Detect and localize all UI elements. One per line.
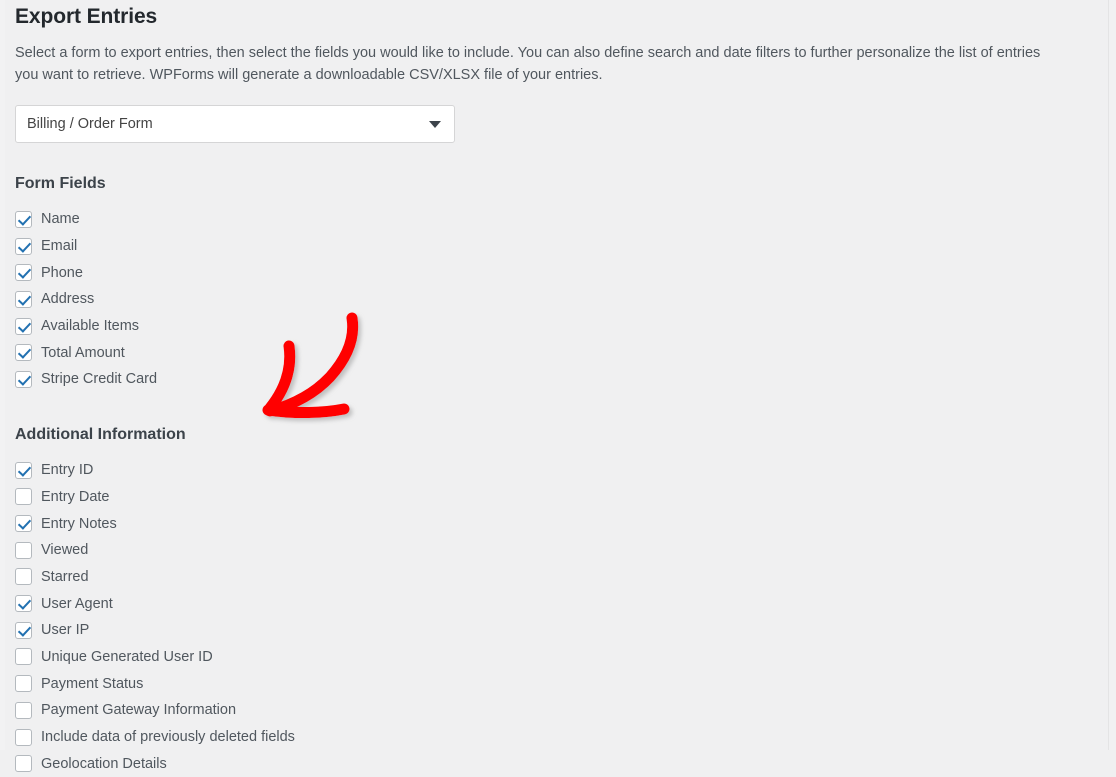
form-selector-wrapper: Billing / Order Form (15, 105, 455, 143)
checkbox-label[interactable]: Entry ID (41, 461, 93, 479)
checkbox-user-agent[interactable] (15, 595, 32, 613)
checkbox-email[interactable] (15, 237, 32, 255)
list-item[interactable]: Stripe Credit Card (15, 366, 1075, 393)
list-item[interactable]: Address (15, 286, 1075, 313)
checkbox-label[interactable]: User IP (41, 621, 89, 639)
checkbox-label[interactable]: Total Amount (41, 344, 125, 362)
list-item[interactable]: Email (15, 233, 1075, 260)
checkbox-include-deleted-fields[interactable] (15, 728, 32, 746)
list-item[interactable]: Total Amount (15, 339, 1075, 366)
page-title: Export Entries (15, 5, 158, 28)
list-item[interactable]: Available Items (15, 313, 1075, 340)
list-item[interactable]: Starred (15, 564, 1075, 591)
checkbox-label[interactable]: Entry Date (41, 488, 110, 506)
checkbox-label[interactable]: Name (41, 210, 80, 228)
checkbox-label[interactable]: Phone (41, 264, 83, 282)
checkbox-address[interactable] (15, 290, 32, 308)
checkbox-geolocation-details[interactable] (15, 755, 32, 773)
checkbox-entry-date[interactable] (15, 488, 32, 506)
checkbox-payment-gateway-information[interactable] (15, 701, 32, 719)
checkbox-payment-status[interactable] (15, 675, 32, 693)
additional-information-section: Additional Information Entry ID Entry Da… (15, 425, 1075, 777)
export-entries-content: Export Entries Select a form to export e… (15, 0, 1075, 777)
additional-information-heading: Additional Information (15, 425, 186, 443)
export-entries-page: Export Entries Select a form to export e… (0, 0, 1116, 773)
checkbox-entry-notes[interactable] (15, 515, 32, 533)
checkbox-label[interactable]: Payment Gateway Information (41, 701, 236, 719)
checkbox-stripe-credit-card[interactable] (15, 370, 32, 388)
list-item[interactable]: Geolocation Details (15, 750, 1075, 777)
checkbox-label[interactable]: Address (41, 290, 94, 308)
checkbox-label[interactable]: Geolocation Details (41, 755, 167, 773)
checkbox-starred[interactable] (15, 568, 32, 586)
list-item[interactable]: Payment Status (15, 670, 1075, 697)
checkbox-available-items[interactable] (15, 317, 32, 335)
additional-information-checkbox-list: Entry ID Entry Date Entry Notes Viewed S… (15, 457, 1075, 777)
page-description: Select a form to export entries, then se… (15, 45, 1041, 83)
list-item[interactable]: Entry ID (15, 457, 1075, 484)
checkbox-user-ip[interactable] (15, 621, 32, 639)
checkbox-phone[interactable] (15, 264, 32, 282)
form-fields-heading: Form Fields (15, 175, 106, 192)
checkbox-unique-generated-user-id[interactable] (15, 648, 32, 666)
list-item[interactable]: User Agent (15, 590, 1075, 617)
checkbox-label[interactable]: Available Items (41, 317, 139, 335)
checkbox-entry-id[interactable] (15, 461, 32, 479)
checkbox-label[interactable]: User Agent (41, 595, 113, 613)
checkbox-label[interactable]: Stripe Credit Card (41, 370, 157, 388)
checkbox-label[interactable]: Unique Generated User ID (41, 648, 213, 666)
checkbox-name[interactable] (15, 210, 32, 228)
checkbox-label[interactable]: Starred (41, 568, 89, 586)
list-item[interactable]: Entry Date (15, 484, 1075, 511)
checkbox-label[interactable]: Payment Status (41, 675, 143, 693)
checkbox-label[interactable]: Viewed (41, 541, 88, 559)
checkbox-label[interactable]: Include data of previously deleted field… (41, 728, 295, 746)
list-item[interactable]: Name (15, 206, 1075, 233)
list-item[interactable]: Phone (15, 259, 1075, 286)
list-item[interactable]: Payment Gateway Information (15, 697, 1075, 724)
checkbox-label[interactable]: Entry Notes (41, 515, 117, 533)
checkbox-total-amount[interactable] (15, 344, 32, 362)
list-item[interactable]: Unique Generated User ID (15, 644, 1075, 671)
form-fields-section: Form Fields Name Email Phone Address Ava… (15, 174, 1075, 393)
content-left-edge (0, 0, 5, 750)
content-right-edge (1108, 0, 1116, 750)
list-item[interactable]: Viewed (15, 537, 1075, 564)
checkbox-viewed[interactable] (15, 541, 32, 559)
list-item[interactable]: User IP (15, 617, 1075, 644)
form-select-dropdown[interactable]: Billing / Order Form (15, 105, 455, 143)
form-fields-checkbox-list: Name Email Phone Address Available Items (15, 206, 1075, 393)
list-item[interactable]: Entry Notes (15, 510, 1075, 537)
checkbox-label[interactable]: Email (41, 237, 77, 255)
list-item[interactable]: Include data of previously deleted field… (15, 724, 1075, 751)
